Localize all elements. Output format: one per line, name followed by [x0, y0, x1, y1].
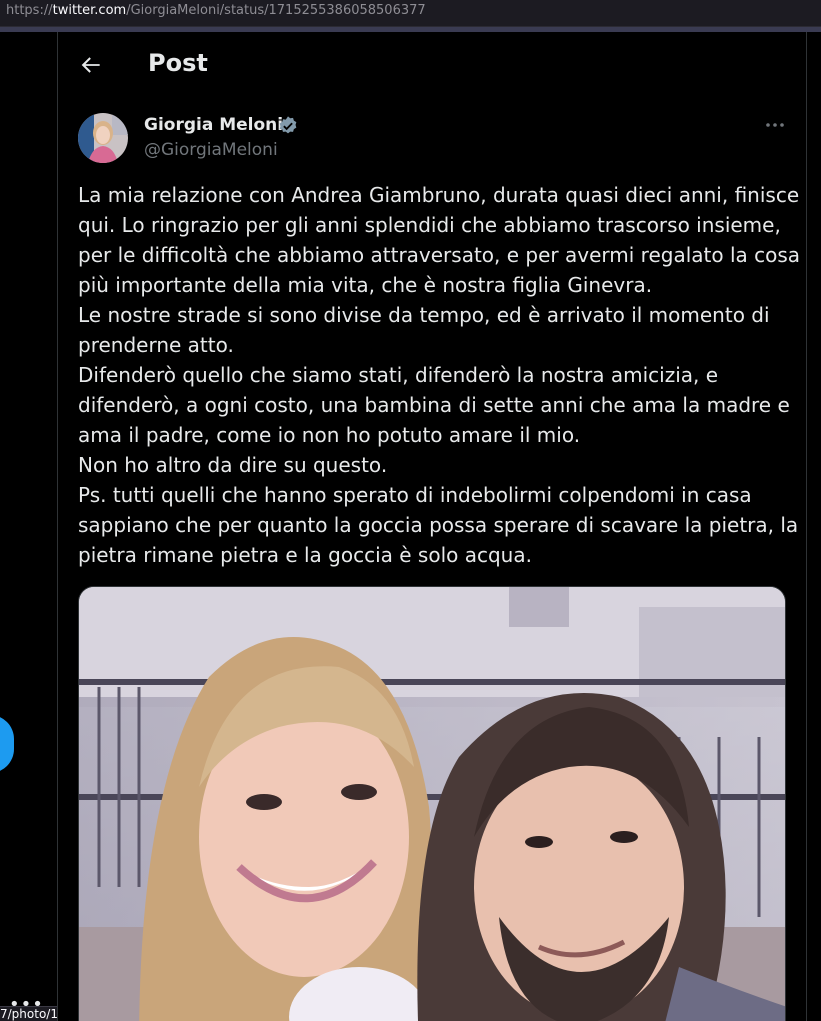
post-text: La mia relazione con Andrea Giambruno, d… [78, 180, 801, 570]
post-text-line: ama il padre, come io non ho potuto amar… [78, 423, 581, 447]
url-path: /GiorgiaMeloni/status/171525538605850637… [126, 3, 426, 18]
post-text-line: pietra rimane pietra e la goccia è solo … [78, 543, 532, 567]
post-text-line: La mia relazione con Andrea Giambruno, d… [78, 183, 800, 207]
avatar-image [78, 113, 128, 163]
url-prefix: https:// [6, 3, 53, 18]
post-text-line: Non ho altro da dire su questo. [78, 453, 388, 477]
arrow-left-icon [81, 57, 100, 73]
author-handle[interactable]: @GiorgiaMeloni [144, 140, 278, 160]
verified-badge-icon [277, 115, 299, 137]
page-title: Post [148, 49, 208, 77]
back-button[interactable] [78, 52, 104, 78]
more-horizontal-icon [766, 123, 784, 127]
url-text[interactable]: https://twitter.com/GiorgiaMeloni/status… [6, 3, 426, 18]
post-text-line: più importante della mia vita, che è nos… [78, 273, 653, 297]
post-text-line: Le nostre strade si sono divise da tempo… [78, 303, 770, 327]
status-link-text: 7/photo/1 [0, 1007, 58, 1021]
post-detail-column: Post Giorgia Meloni @GiorgiaMeloni La mi… [57, 32, 807, 1021]
post-text-line: Ps. tutti quelli che hanno sperato di in… [78, 483, 752, 507]
post-text-line: qui. Lo ringrazio per gli anni splendidi… [78, 213, 781, 237]
post-text-line: Difenderò quello che siamo stati, difend… [78, 363, 719, 387]
author-name[interactable]: Giorgia Meloni [144, 115, 283, 135]
selfie-photo-image [79, 587, 785, 1021]
post-text-line: per le difficoltà che abbiamo attraversa… [78, 243, 801, 267]
post-photo[interactable] [78, 586, 786, 1021]
author-avatar[interactable] [78, 113, 128, 163]
post-text-line: difenderò, a ogni costo, una bambina di … [78, 393, 790, 417]
post-compose-button[interactable] [0, 715, 14, 773]
post-more-button[interactable] [763, 112, 787, 136]
url-host: twitter.com [52, 3, 127, 18]
post-text-line: sappiano che per quanto la goccia possa … [78, 513, 799, 537]
left-navigation-rail: ••• [0, 32, 57, 1021]
post-text-line: prenderne atto. [78, 333, 234, 357]
browser-address-bar[interactable]: https://twitter.com/GiorgiaMeloni/status… [0, 0, 821, 27]
